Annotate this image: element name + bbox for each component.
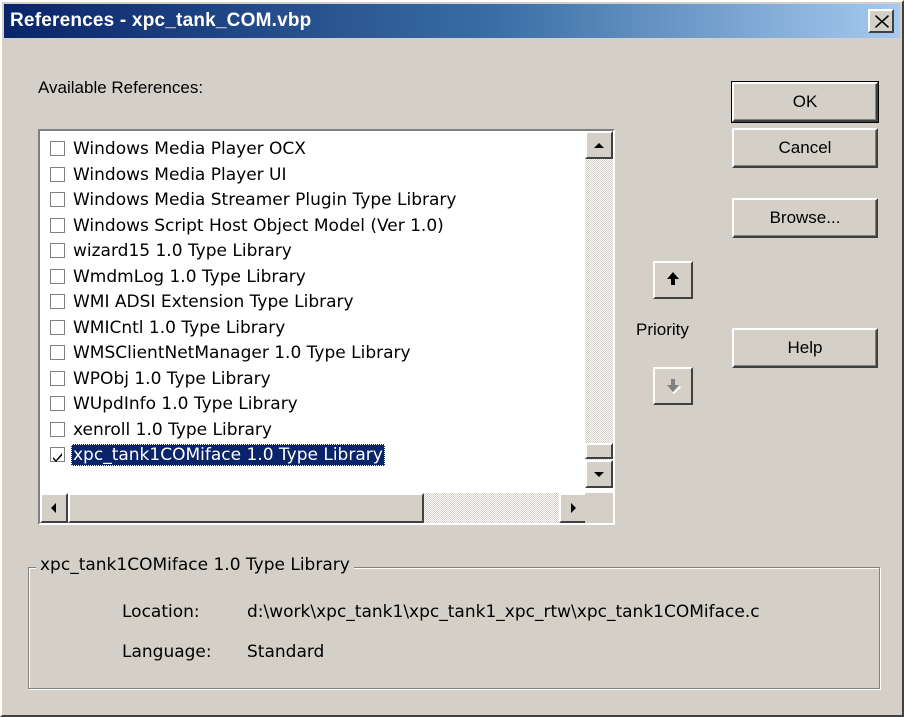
reference-label: Windows Media Player UI xyxy=(73,164,287,185)
available-references-label: Available References: xyxy=(38,78,204,97)
reference-item[interactable]: Windows Media Player OCX xyxy=(50,138,585,160)
scroll-right-icon xyxy=(571,503,576,513)
reference-checkbox[interactable] xyxy=(50,345,65,360)
reference-label: WUpdInfo 1.0 Type Library xyxy=(73,394,298,414)
scroll-up-button[interactable] xyxy=(585,131,613,159)
reference-checkbox[interactable] xyxy=(50,243,65,258)
reference-label: Windows Media Player OCX xyxy=(73,139,306,159)
reference-label: WMI ADSI Extension Type Library xyxy=(73,292,354,312)
reference-label: xpc_tank1COMiface 1.0 Type Library xyxy=(71,444,385,466)
reference-checkbox[interactable] xyxy=(50,447,65,462)
reference-item[interactable]: Windows Media Player UI xyxy=(50,164,585,186)
reference-item[interactable]: xpc_tank1COMiface 1.0 Type Library xyxy=(50,444,585,466)
arrow-up-icon xyxy=(667,272,679,285)
reference-checkbox[interactable] xyxy=(50,166,65,182)
reference-label: WmdmLog 1.0 Type Library xyxy=(73,266,306,287)
close-icon xyxy=(875,15,889,28)
reference-label: WMSClientNetManager 1.0 Type Library xyxy=(73,343,411,363)
reference-checkbox[interactable] xyxy=(50,319,65,335)
scrollbar-corner xyxy=(585,493,613,523)
references-dialog: References - xpc_tank_COM.vbp Available … xyxy=(0,0,904,717)
help-button[interactable]: Help xyxy=(732,328,878,368)
references-listbox[interactable]: Windows Media Player OCX Windows Media Pl… xyxy=(38,129,615,525)
reference-checkbox[interactable] xyxy=(50,268,65,284)
language-label: Language: xyxy=(122,642,212,662)
title-bar[interactable]: References - xpc_tank_COM.vbp xyxy=(4,4,900,38)
reference-label: wizard15 1.0 Type Library xyxy=(73,241,292,261)
reference-item[interactable]: Windows Media Streamer Plugin Type Libra… xyxy=(50,189,585,211)
scroll-down-button[interactable] xyxy=(585,460,613,488)
reference-details-group xyxy=(28,567,880,689)
horizontal-scrollbar[interactable] xyxy=(40,493,587,523)
scroll-down-icon xyxy=(594,472,604,477)
vertical-scrollbar[interactable] xyxy=(585,131,613,488)
reference-label: xenroll 1.0 Type Library xyxy=(73,419,272,440)
reference-checkbox[interactable] xyxy=(50,421,65,437)
cancel-button[interactable]: Cancel xyxy=(732,128,878,168)
checkmark-icon xyxy=(53,453,62,462)
reference-item[interactable]: WMSClientNetManager 1.0 Type Library xyxy=(50,342,585,364)
reference-label: Windows Media Streamer Plugin Type Libra… xyxy=(73,190,457,210)
reference-checkbox[interactable] xyxy=(50,370,65,386)
close-button[interactable] xyxy=(868,9,894,33)
reference-item[interactable]: xenroll 1.0 Type Library xyxy=(50,419,585,441)
priority-label: Priority xyxy=(636,320,689,339)
location-value: d:\work\xpc_tank1\xpc_tank1_xpc_rtw\xpc_… xyxy=(247,602,760,622)
reference-item[interactable]: WmdmLog 1.0 Type Library xyxy=(50,266,585,288)
ok-button[interactable]: OK xyxy=(731,81,879,123)
language-value: Standard xyxy=(247,642,325,662)
reference-item[interactable]: WMI ADSI Extension Type Library xyxy=(50,291,585,313)
reference-checkbox[interactable] xyxy=(50,217,65,233)
scroll-left-button[interactable] xyxy=(40,493,68,523)
reference-checkbox[interactable] xyxy=(50,192,65,207)
browse-button[interactable]: Browse... xyxy=(732,198,878,238)
priority-down-button[interactable] xyxy=(653,367,693,405)
vertical-scroll-thumb[interactable] xyxy=(585,443,613,459)
reference-item[interactable]: WMICntl 1.0 Type Library xyxy=(50,317,585,339)
scroll-up-icon xyxy=(594,143,604,148)
reference-checkbox[interactable] xyxy=(50,141,65,156)
reference-label: Windows Script Host Object Model (Ver 1.… xyxy=(73,215,444,236)
scroll-left-icon xyxy=(51,503,56,513)
arrow-down-icon xyxy=(667,379,681,394)
reference-item[interactable]: WPObj 1.0 Type Library xyxy=(50,368,585,390)
priority-up-button[interactable] xyxy=(653,261,693,299)
reference-item[interactable]: wizard15 1.0 Type Library xyxy=(50,240,585,262)
location-label: Location: xyxy=(122,602,200,622)
window-title: References - xpc_tank_COM.vbp xyxy=(10,10,312,31)
references-list: Windows Media Player OCX Windows Media Pl… xyxy=(42,133,587,488)
reference-checkbox[interactable] xyxy=(50,396,65,411)
reference-label: WMICntl 1.0 Type Library xyxy=(73,317,286,338)
reference-item[interactable]: Windows Script Host Object Model (Ver 1.… xyxy=(50,215,585,237)
reference-label: WPObj 1.0 Type Library xyxy=(73,368,271,389)
details-group-title: xpc_tank1COMiface 1.0 Type Library xyxy=(36,555,354,575)
reference-checkbox[interactable] xyxy=(50,294,65,309)
reference-item[interactable]: WUpdInfo 1.0 Type Library xyxy=(50,393,585,415)
scroll-right-button[interactable] xyxy=(559,493,587,523)
horizontal-scroll-thumb[interactable] xyxy=(68,493,424,523)
